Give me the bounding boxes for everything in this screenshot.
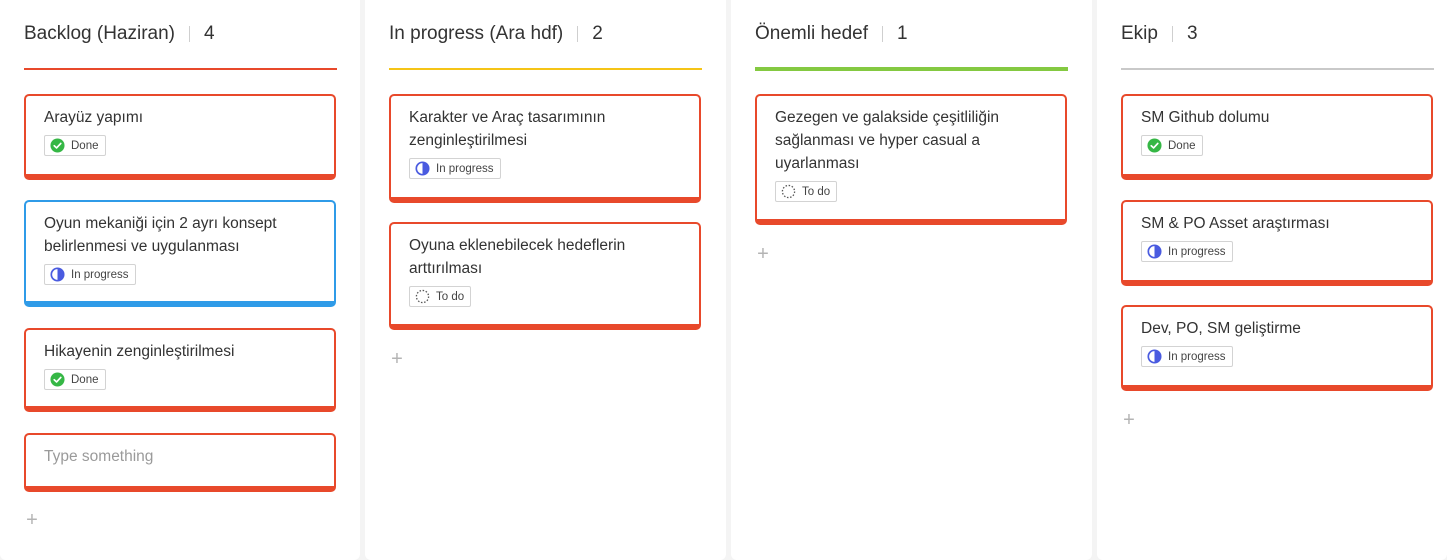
- status-badge[interactable]: Done: [1141, 135, 1203, 156]
- status-badge[interactable]: In progress: [1141, 241, 1233, 262]
- column-color-rule: [24, 68, 337, 70]
- kanban-board: Backlog (Haziran) 4 Arayüz yapımı Done O…: [0, 0, 1447, 560]
- column-color-rule: [755, 67, 1068, 71]
- status-badge[interactable]: Done: [44, 369, 106, 390]
- column-count: 3: [1186, 23, 1198, 44]
- card-dev-po-sm[interactable]: Dev, PO, SM geliştirme In progress: [1121, 305, 1433, 391]
- column-header[interactable]: Backlog (Haziran) 4: [24, 20, 215, 48]
- card-karakter-arac[interactable]: Karakter ve Araç tasarımının zenginleşti…: [389, 94, 701, 203]
- half-circle-progress-icon: [1147, 349, 1162, 364]
- card-title: Dev, PO, SM geliştirme: [1141, 320, 1301, 337]
- half-circle-progress-icon: [1147, 244, 1162, 259]
- card-title: Hikayenin zenginleştirilmesi: [44, 343, 235, 360]
- card-sm-github[interactable]: SM Github dolumu Done: [1121, 94, 1433, 180]
- column-count: 4: [204, 23, 215, 44]
- card-oyuna-eklenebilecek[interactable]: Oyuna eklenebilecek hedeflerin arttırılm…: [389, 222, 701, 330]
- column-in-progress: In progress (Ara hdf) 2 Karakter ve Araç…: [365, 0, 726, 560]
- status-label: In progress: [71, 268, 129, 281]
- column-ekip: Ekip 3 SM Github dolumu Done SM & PO Ass…: [1097, 0, 1447, 560]
- status-badge[interactable]: In progress: [44, 264, 136, 285]
- column-title: Önemli hedef: [755, 23, 869, 44]
- column-color-rule: [389, 68, 702, 70]
- card-sm-po-asset[interactable]: SM & PO Asset araştırması In progress: [1121, 200, 1433, 286]
- check-circle-icon: [1147, 138, 1162, 153]
- card-arayuz-yapimi[interactable]: Arayüz yapımı Done: [24, 94, 336, 180]
- column-header[interactable]: Ekip 3: [1121, 20, 1198, 48]
- card-title: Gezegen ve galakside çeşitliliğin sağlan…: [775, 109, 1000, 172]
- add-card-button[interactable]: +: [389, 349, 405, 369]
- column-onemli-hedef: Önemli hedef 1 Gezegen ve galakside çeşi…: [731, 0, 1092, 560]
- status-label: In progress: [1168, 350, 1226, 363]
- column-backlog: Backlog (Haziran) 4 Arayüz yapımı Done O…: [0, 0, 360, 560]
- add-card-button[interactable]: +: [1121, 410, 1137, 430]
- card-title: Oyuna eklenebilecek hedeflerin arttırılm…: [409, 237, 626, 277]
- status-label: Done: [71, 373, 99, 386]
- half-circle-progress-icon: [50, 267, 65, 282]
- card-title: Arayüz yapımı: [44, 109, 144, 126]
- header-divider: [1171, 26, 1173, 42]
- card-title: Oyun mekaniği için 2 ayrı konsept belirl…: [44, 215, 277, 255]
- column-title: Ekip: [1121, 23, 1158, 44]
- column-color-rule: [1121, 68, 1434, 70]
- check-circle-icon: [50, 138, 65, 153]
- header-divider: [189, 26, 190, 42]
- column-title: In progress (Ara hdf): [389, 23, 564, 44]
- add-card-button[interactable]: +: [755, 244, 771, 264]
- header-divider: [577, 26, 579, 42]
- dashed-circle-todo-icon: [415, 289, 430, 304]
- column-count: 1: [897, 23, 908, 44]
- status-badge[interactable]: In progress: [409, 158, 501, 179]
- status-badge[interactable]: To do: [409, 286, 472, 307]
- status-label: In progress: [1168, 245, 1226, 258]
- status-badge[interactable]: Done: [44, 135, 106, 156]
- column-count: 2: [592, 23, 603, 44]
- column-header[interactable]: In progress (Ara hdf) 2: [389, 20, 603, 48]
- new-card-input[interactable]: Type something: [24, 433, 336, 492]
- status-label: To do: [436, 290, 465, 303]
- status-label: Done: [1168, 139, 1196, 152]
- card-title: SM Github dolumu: [1141, 109, 1270, 126]
- header-divider: [882, 26, 884, 42]
- add-card-button[interactable]: +: [24, 510, 40, 530]
- card-gezegen-galaksi[interactable]: Gezegen ve galakside çeşitliliğin sağlan…: [755, 94, 1067, 225]
- card-hikayenin[interactable]: Hikayenin zenginleştirilmesi Done: [24, 328, 336, 412]
- status-label: In progress: [436, 162, 494, 175]
- new-card-placeholder[interactable]: Type something: [44, 445, 316, 468]
- status-badge[interactable]: In progress: [1141, 346, 1233, 367]
- status-label: Done: [71, 139, 99, 152]
- half-circle-progress-icon: [415, 161, 430, 176]
- card-title: Karakter ve Araç tasarımının zenginleşti…: [409, 109, 606, 149]
- card-oyun-mekanigi[interactable]: Oyun mekaniği için 2 ayrı konsept belirl…: [24, 200, 336, 307]
- card-title: SM & PO Asset araştırması: [1141, 215, 1330, 232]
- column-title: Backlog (Haziran): [24, 23, 175, 44]
- column-header[interactable]: Önemli hedef 1: [755, 20, 908, 48]
- status-badge[interactable]: To do: [775, 181, 838, 202]
- check-circle-icon: [50, 372, 65, 387]
- status-label: To do: [802, 185, 831, 198]
- dashed-circle-todo-icon: [781, 184, 796, 199]
